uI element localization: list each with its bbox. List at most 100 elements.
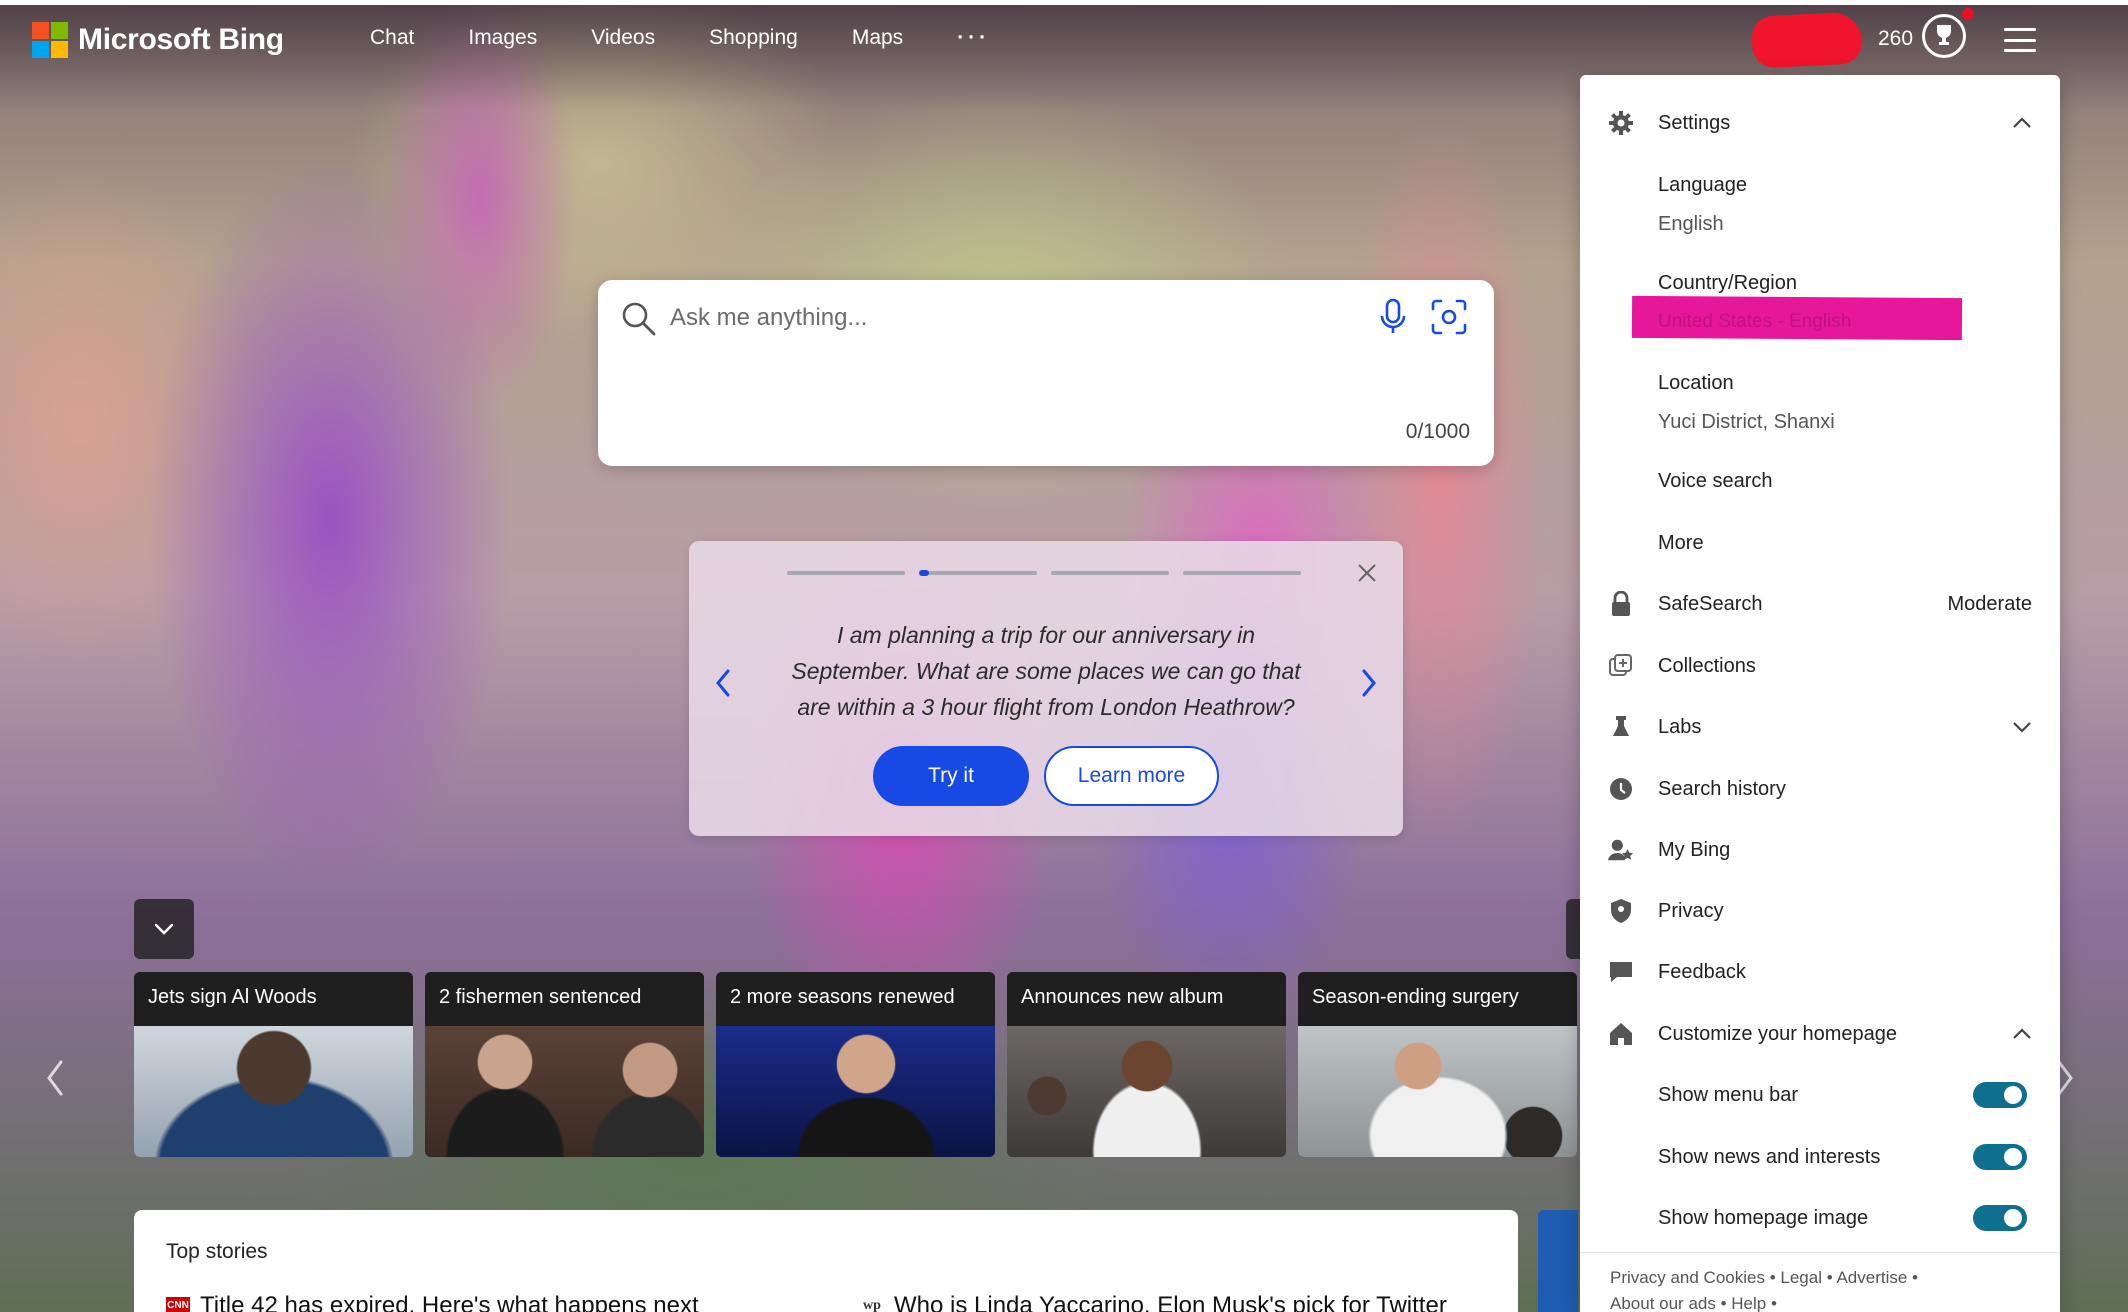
- news-card[interactable]: Jets sign Al Woods: [134, 972, 413, 1157]
- show-news-label: Show news and interests: [1658, 1145, 1881, 1168]
- news-card-title: 2 more seasons renewed: [716, 972, 995, 1026]
- show-homepage-image-toggle[interactable]: [1973, 1205, 2027, 1231]
- top-nav: Chat Images Videos Shopping Maps ···: [370, 26, 990, 50]
- prompt-text: I am planning a trip for our anniversary…: [791, 622, 1301, 720]
- chevron-down-icon: [154, 923, 174, 935]
- show-menu-bar-toggle[interactable]: [1973, 1082, 2027, 1108]
- microphone-icon[interactable]: [1378, 298, 1408, 336]
- close-icon[interactable]: [1355, 561, 1379, 585]
- chat-bubble-icon: [1608, 959, 1634, 985]
- user-star-icon: [1608, 837, 1634, 863]
- progress-step-active[interactable]: [919, 570, 1037, 576]
- rewards-trophy-icon[interactable]: [1922, 14, 1966, 58]
- news-card-title: 2 fishermen sentenced: [425, 972, 704, 1026]
- show-news-toggle[interactable]: [1973, 1144, 2027, 1170]
- country-region-label[interactable]: Country/Region: [1658, 272, 1797, 295]
- progress-step[interactable]: [1183, 571, 1301, 575]
- story-headline[interactable]: Title 42 has expired. Here's what happen…: [200, 1292, 699, 1312]
- customize-homepage-item[interactable]: Customize your homepage: [1580, 1016, 2060, 1052]
- search-history-item[interactable]: Search history: [1580, 771, 2060, 807]
- show-menu-bar-label: Show menu bar: [1658, 1083, 1799, 1106]
- nav-maps[interactable]: Maps: [852, 26, 903, 50]
- visual-search-icon[interactable]: [1430, 298, 1468, 336]
- story-item[interactable]: CNN Title 42 has expired. Here's what ha…: [166, 1292, 699, 1312]
- news-card[interactable]: 2 more seasons renewed: [716, 972, 995, 1157]
- chevron-right-icon[interactable]: [1359, 667, 1379, 699]
- side-weather-card[interactable]: [1538, 1210, 1578, 1312]
- microsoft-logo-icon: [32, 22, 68, 58]
- show-news-item: Show news and interests: [1580, 1139, 2060, 1175]
- show-homepage-image-label: Show homepage image: [1658, 1206, 1869, 1229]
- footer-links: Privacy and Cookies • Legal • Advertise …: [1610, 1268, 1919, 1312]
- feedback-item[interactable]: Feedback: [1580, 954, 2060, 990]
- language-label[interactable]: Language: [1658, 174, 1747, 197]
- more-settings-item[interactable]: More: [1658, 532, 1704, 555]
- privacy-cookies-link[interactable]: Privacy and Cookies: [1610, 1268, 1765, 1287]
- search-history-label: Search history: [1658, 777, 1786, 800]
- try-it-button[interactable]: Try it: [873, 746, 1029, 806]
- search-input[interactable]: [670, 296, 1270, 340]
- collections-icon: [1608, 653, 1634, 679]
- chevron-up-icon[interactable]: [2012, 1028, 2032, 1040]
- nav-more[interactable]: ···: [957, 26, 990, 50]
- progress-step[interactable]: [787, 571, 905, 575]
- notification-dot: [1962, 8, 1974, 20]
- settings-header[interactable]: Settings: [1580, 105, 2060, 141]
- location-label[interactable]: Location: [1658, 372, 1734, 395]
- story-headline[interactable]: Who is Linda Yaccarino, Elon Musk's pick…: [894, 1292, 1447, 1312]
- chevron-left-icon[interactable]: [44, 1058, 66, 1098]
- nav-chat[interactable]: Chat: [370, 26, 414, 50]
- show-homepage-image-item: Show homepage image: [1580, 1200, 2060, 1236]
- nav-videos[interactable]: Videos: [591, 26, 655, 50]
- news-card[interactable]: 2 fishermen sentenced: [425, 972, 704, 1157]
- rewards-points[interactable]: 260: [1878, 27, 1913, 51]
- learn-more-button[interactable]: Learn more: [1044, 746, 1219, 806]
- flask-icon: [1608, 714, 1634, 740]
- news-card-image: [1007, 1026, 1286, 1157]
- search-box: 0/1000: [598, 280, 1494, 466]
- privacy-item[interactable]: Privacy: [1580, 893, 2060, 929]
- nav-shopping[interactable]: Shopping: [709, 26, 798, 50]
- labs-item[interactable]: Labs: [1580, 709, 2060, 745]
- legal-link[interactable]: Legal: [1780, 1268, 1822, 1287]
- chevron-up-icon[interactable]: [2012, 117, 2032, 129]
- news-card-image: [716, 1026, 995, 1157]
- home-icon: [1608, 1021, 1634, 1047]
- location-value: Yuci District, Shanxi: [1658, 411, 1835, 433]
- washington-post-logo-icon: wp: [863, 1298, 881, 1312]
- redacted-username[interactable]: [1750, 11, 1864, 69]
- brand-name: Microsoft Bing: [78, 23, 284, 56]
- chevron-left-icon[interactable]: [713, 667, 733, 699]
- settings-title: Settings: [1658, 111, 1731, 134]
- my-bing-item[interactable]: My Bing: [1580, 832, 2060, 868]
- progress-step[interactable]: [1051, 571, 1169, 575]
- carousel-progress: [787, 570, 1301, 576]
- about-ads-link[interactable]: About our ads: [1610, 1294, 1716, 1312]
- cnn-logo-icon: CNN: [166, 1297, 190, 1312]
- collections-item[interactable]: Collections: [1580, 648, 2060, 684]
- collections-label: Collections: [1658, 654, 1756, 677]
- clock-icon: [1608, 776, 1634, 802]
- story-item[interactable]: wp Who is Linda Yaccarino, Elon Musk's p…: [860, 1292, 1447, 1312]
- advertise-link[interactable]: Advertise: [1836, 1268, 1907, 1287]
- window-top-edge: [0, 0, 2128, 5]
- language-value: English: [1658, 213, 1724, 235]
- help-link[interactable]: Help: [1731, 1294, 1766, 1312]
- collapse-news-button[interactable]: [134, 899, 194, 959]
- chevron-down-icon[interactable]: [2012, 721, 2032, 733]
- show-menu-bar-item: Show menu bar: [1580, 1077, 2060, 1113]
- country-region-value: United States - English: [1658, 311, 1852, 332]
- lock-icon: [1608, 591, 1634, 617]
- news-card-image: [134, 1026, 413, 1157]
- safesearch-item[interactable]: SafeSearch Moderate: [1580, 586, 2060, 622]
- nav-images[interactable]: Images: [468, 26, 537, 50]
- voice-search-item[interactable]: Voice search: [1658, 470, 1773, 493]
- safesearch-value: Moderate: [1947, 592, 2033, 615]
- search-icon: [622, 302, 656, 336]
- news-card[interactable]: Announces new album: [1007, 972, 1286, 1157]
- bing-logo[interactable]: Microsoft Bing: [32, 22, 284, 58]
- panel-divider: [1580, 1252, 2060, 1253]
- news-card[interactable]: Season-ending surgery: [1298, 972, 1577, 1157]
- news-card-title: Jets sign Al Woods: [134, 972, 413, 1026]
- menu-hamburger-icon[interactable]: [2004, 28, 2036, 52]
